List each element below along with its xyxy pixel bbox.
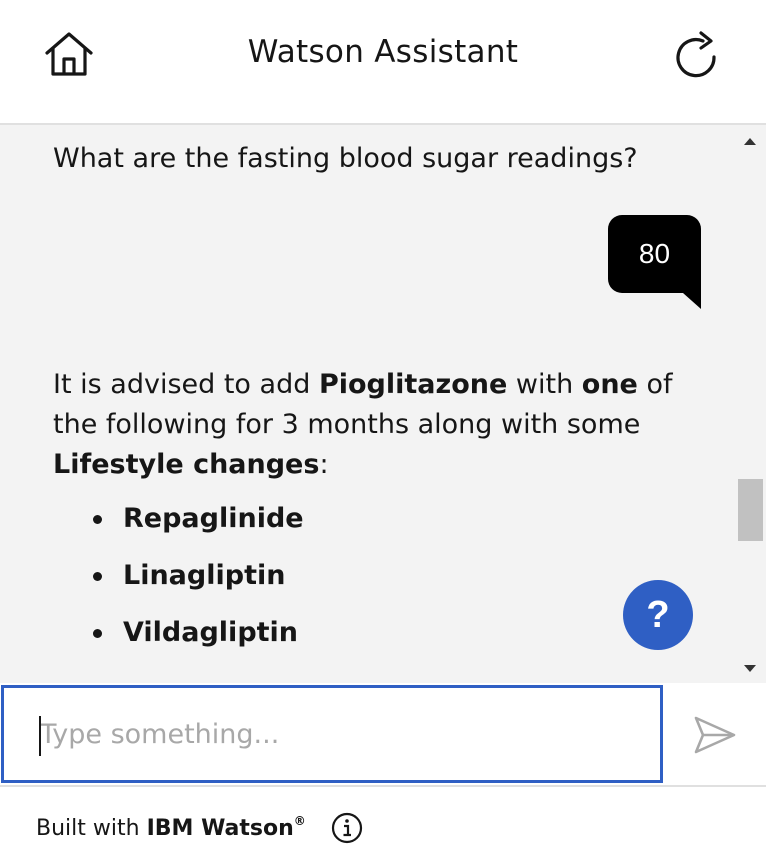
medication-list: Repaglinide Linagliptin Vildagliptin (93, 499, 304, 670)
send-button[interactable] (690, 713, 740, 757)
page-title: Watson Assistant (247, 34, 519, 70)
scroll-down-arrow-icon[interactable] (744, 665, 756, 672)
bot-message-advice: It is advised to add Pioglitazone with o… (53, 365, 693, 485)
list-item: Vildagliptin (93, 613, 304, 670)
registered-mark: ® (293, 814, 306, 828)
info-icon (331, 812, 363, 844)
advice-text-1: It is advised to add (53, 369, 319, 400)
advice-text-4: : (319, 449, 329, 480)
text-caret (39, 716, 41, 756)
send-icon (694, 716, 736, 754)
built-with-label: Built with IBM Watson® (36, 814, 306, 841)
brand-name: IBM Watson (146, 816, 294, 841)
advice-text-2: with (507, 369, 582, 400)
header: Watson Assistant (0, 0, 766, 125)
list-item: Linagliptin (93, 556, 304, 613)
advice-lifestyle: Lifestyle changes (53, 449, 320, 480)
restart-icon (676, 31, 716, 78)
user-message-bubble: 80 (608, 215, 701, 293)
info-button[interactable] (330, 811, 364, 845)
scroll-up-arrow-icon[interactable] (744, 138, 756, 145)
message-input[interactable] (1, 685, 663, 783)
restart-button[interactable] (668, 28, 724, 84)
bot-message-question: What are the fasting blood sugar reading… (53, 143, 638, 174)
help-button[interactable]: ? (623, 580, 693, 650)
conversation-log[interactable]: What are the fasting blood sugar reading… (0, 125, 766, 683)
scrollbar-thumb[interactable] (738, 479, 763, 541)
assistant-panel: Watson Assistant What are the fasting bl… (0, 0, 766, 857)
help-icon: ? (646, 593, 670, 636)
bubble-tail (683, 293, 701, 309)
scrollbar[interactable] (737, 125, 766, 683)
input-area (0, 683, 766, 785)
advice-drug: Pioglitazone (318, 369, 508, 400)
footer: Built with IBM Watson® (0, 785, 766, 857)
built-with-text: Built with (36, 816, 147, 841)
list-item: Repaglinide (93, 499, 304, 556)
user-message-text: 80 (638, 238, 671, 269)
advice-one: one (581, 369, 638, 400)
